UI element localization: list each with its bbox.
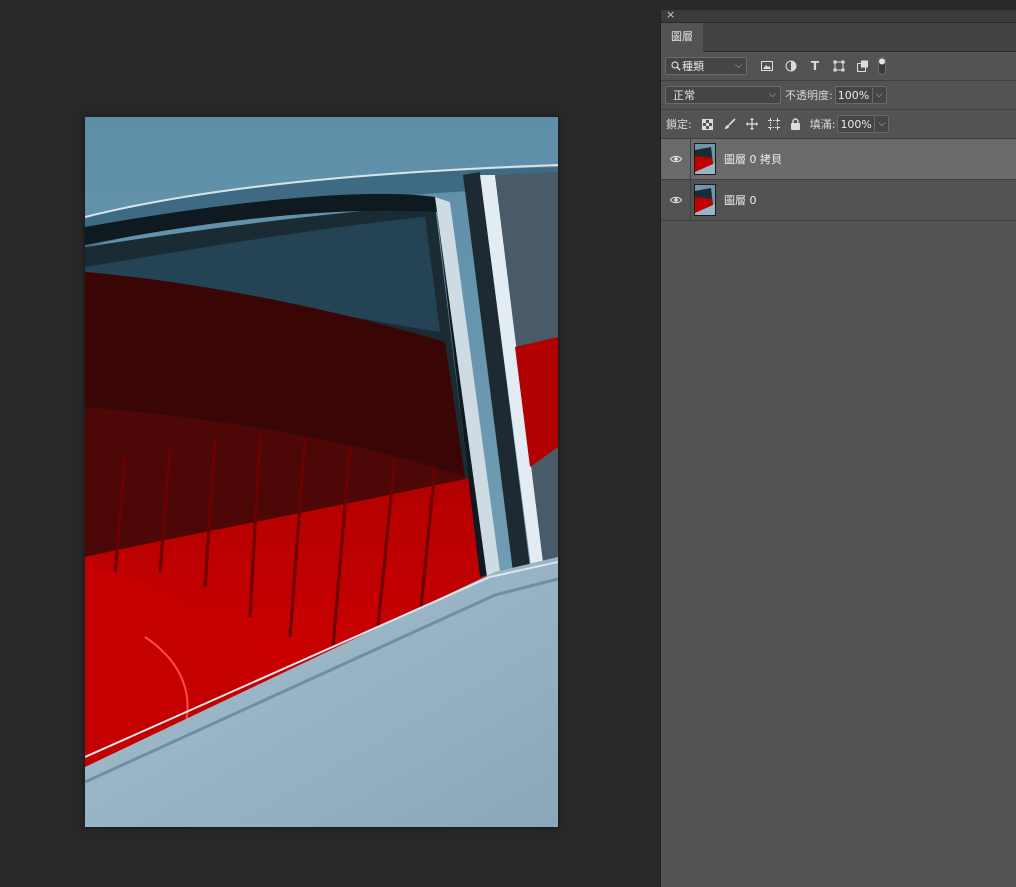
layer-row[interactable]: 圖層 0 xyxy=(661,180,1016,221)
search-icon xyxy=(670,58,682,74)
fill-label: 填滿: xyxy=(809,118,836,131)
layer-name: 圖層 0 拷貝 xyxy=(724,153,782,166)
smart-object-filter-icon[interactable] xyxy=(855,58,871,74)
layers-panel: × 圖層 種類 ⌵ T 正常 ⌵ 不透明度: 100% ⌵ 鎖定: 填滿: 10… xyxy=(660,8,1016,887)
lock-position-icon[interactable] xyxy=(744,116,760,132)
fill-input[interactable]: 100% xyxy=(837,115,876,133)
visibility-toggle[interactable] xyxy=(661,139,691,179)
blend-mode-dropdown[interactable]: 正常 ⌵ xyxy=(665,86,781,104)
adjustment-filter-icon[interactable] xyxy=(783,58,799,74)
filter-kind-value: 種類 xyxy=(682,60,704,73)
layer-filter-row: 種類 ⌵ T xyxy=(661,52,1016,81)
blend-mode-value: 正常 xyxy=(673,89,695,102)
panel-title-bar: × xyxy=(661,8,1016,23)
lock-fill-row: 鎖定: 填滿: 100% ⌵ xyxy=(661,110,1016,139)
opacity-dropdown-button[interactable]: ⌵ xyxy=(872,86,887,104)
image-filter-icon[interactable] xyxy=(759,58,775,74)
eye-icon xyxy=(669,196,682,204)
lock-transparent-pixels-icon[interactable] xyxy=(700,116,716,132)
shape-filter-icon[interactable] xyxy=(831,58,847,74)
visibility-toggle[interactable] xyxy=(661,180,691,220)
layer-thumbnail xyxy=(694,143,716,175)
layer-row[interactable]: 圖層 0 拷貝 xyxy=(661,139,1016,180)
chevron-down-icon: ⌵ xyxy=(735,61,742,71)
layer-list: 圖層 0 拷貝 圖層 0 xyxy=(661,139,1016,221)
opacity-label: 不透明度: xyxy=(785,89,833,102)
layer-name: 圖層 0 xyxy=(724,194,757,207)
filter-kind-dropdown[interactable]: 種類 ⌵ xyxy=(665,57,747,75)
car-interior-photo xyxy=(85,117,558,827)
layer-thumbnail xyxy=(694,184,716,216)
opacity-input[interactable]: 100% xyxy=(834,86,873,104)
tab-layers[interactable]: 圖層 xyxy=(661,23,703,52)
lock-label: 鎖定: xyxy=(666,118,692,131)
lock-all-icon[interactable] xyxy=(788,116,804,132)
eye-icon xyxy=(669,155,682,163)
chevron-down-icon: ⌵ xyxy=(769,90,776,100)
blend-opacity-row: 正常 ⌵ 不透明度: 100% ⌵ xyxy=(661,81,1016,110)
lock-artboard-icon[interactable] xyxy=(766,116,782,132)
close-panel-button[interactable]: × xyxy=(666,8,675,22)
document-canvas-image[interactable] xyxy=(85,117,558,827)
lock-image-pixels-icon[interactable] xyxy=(722,116,738,132)
filter-toggle-icon[interactable] xyxy=(877,57,887,75)
fill-dropdown-button[interactable]: ⌵ xyxy=(875,115,890,133)
type-filter-icon[interactable]: T xyxy=(807,58,823,74)
panel-tab-bar: 圖層 xyxy=(661,23,1016,52)
